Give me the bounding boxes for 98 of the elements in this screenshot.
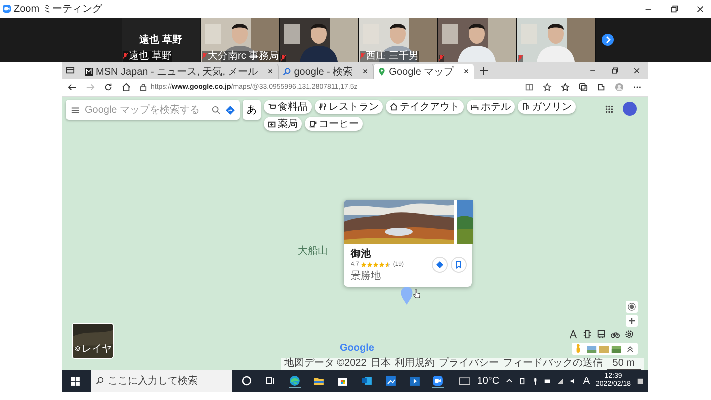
windows-icon[interactable]: [71, 376, 80, 386]
category-icon: [319, 103, 327, 111]
category-chip[interactable]: テイクアウト: [386, 100, 464, 114]
layers-label: レイヤ: [82, 343, 112, 356]
layers-icon: [75, 346, 81, 352]
transit-icon[interactable]: [597, 330, 606, 339]
temperature[interactable]: 10°C: [477, 376, 500, 386]
location-marker-icon: [401, 287, 413, 305]
layers-button[interactable]: レイヤ: [72, 323, 114, 359]
reader-icon[interactable]: [525, 83, 534, 92]
zoom-icon[interactable]: [432, 374, 444, 388]
extensions-icon[interactable]: [597, 83, 606, 92]
place-name: 御池: [351, 248, 372, 261]
category-icon: [471, 103, 479, 111]
category-icon: [268, 120, 276, 128]
category-chip[interactable]: 食料品: [264, 100, 312, 114]
tab-actions-icon[interactable]: [66, 66, 75, 75]
traffic-icon[interactable]: [583, 330, 592, 339]
close-icon[interactable]: [696, 4, 705, 14]
muted-mic-icon: [281, 55, 286, 62]
participant-name: 遠也 草野: [140, 34, 182, 47]
category-chip[interactable]: ホテル: [467, 100, 515, 114]
muted-mic-icon: [439, 55, 444, 62]
chart-app-icon[interactable]: [384, 375, 397, 387]
category-chip[interactable]: ガソリン: [518, 100, 576, 114]
footer-link[interactable]: プライバシー: [438, 358, 499, 370]
zoom-icon: [3, 5, 11, 13]
reload-icon[interactable]: [104, 83, 113, 92]
speaker-icon[interactable]: [570, 378, 578, 384]
cursor-icon: [413, 289, 421, 299]
muted-mic-icon: [518, 55, 523, 62]
category-icon: [268, 103, 276, 111]
favorites-icon[interactable]: [561, 83, 570, 92]
battery-icon[interactable]: [518, 378, 526, 384]
category-icon: [390, 103, 398, 111]
menu-icon[interactable]: [71, 106, 80, 114]
map-data-credit: 地図データ ©2022: [284, 358, 367, 370]
window-title: Zoom ミーティング: [14, 3, 102, 16]
map-label: 大船山: [298, 244, 328, 258]
search-icon: [283, 68, 292, 76]
map-pin-icon: [378, 68, 386, 76]
footer-link[interactable]: 利用規約: [394, 358, 435, 370]
category-icon: [522, 103, 530, 111]
muted-mic-icon: [202, 53, 207, 60]
store-icon[interactable]: [336, 375, 349, 387]
muted-mic-icon: [360, 53, 365, 60]
muted-mic-icon: [123, 53, 128, 60]
lock-icon: [140, 84, 147, 91]
close-icon[interactable]: [633, 66, 641, 74]
signal-icon[interactable]: [557, 378, 564, 384]
directions-icon[interactable]: [432, 257, 448, 273]
restore-icon[interactable]: [670, 4, 679, 14]
taskbar-search-field[interactable]: ここに入力して検索: [90, 370, 232, 392]
category-icon: [309, 120, 317, 128]
category-chip[interactable]: 薬局: [264, 117, 302, 131]
mail-icon[interactable]: [360, 375, 373, 387]
settings-icon[interactable]: [625, 330, 634, 339]
restore-icon[interactable]: [611, 66, 619, 74]
participant-label: 大分南rc 事務局: [208, 51, 280, 62]
close-icon[interactable]: [463, 68, 470, 75]
back-icon[interactable]: [68, 83, 77, 92]
folder-icon[interactable]: [312, 375, 325, 387]
browser-tab[interactable]: Google マップ: [374, 64, 474, 79]
expand-icon[interactable]: [627, 346, 634, 352]
google-logo: Google: [340, 343, 374, 354]
participant-label: 遠也 草野: [129, 51, 172, 62]
collections-icon[interactable]: [579, 83, 588, 92]
input-mode-button[interactable]: あ: [243, 100, 261, 120]
apps-icon[interactable]: [605, 105, 614, 114]
search-icon: [96, 377, 104, 385]
next-page-icon[interactable]: [602, 34, 614, 46]
text-size-icon[interactable]: [569, 330, 578, 339]
zoom-in-icon[interactable]: [626, 315, 638, 327]
msn-icon: [85, 68, 93, 76]
video-app-icon[interactable]: [408, 375, 420, 387]
close-icon[interactable]: [362, 68, 370, 75]
directions-icon[interactable]: [226, 106, 235, 114]
search-icon[interactable]: [212, 106, 221, 114]
participant-label: 西庄 三千男: [366, 51, 419, 62]
my-location-icon[interactable]: [626, 301, 638, 313]
place-category: 景勝地: [351, 270, 381, 283]
category-chip[interactable]: レストラン: [315, 100, 383, 114]
close-icon[interactable]: [267, 68, 274, 75]
edge-icon[interactable]: [288, 374, 301, 388]
star-icon[interactable]: [543, 83, 552, 92]
input-mode-indicator[interactable]: A: [583, 376, 590, 386]
cortana-icon[interactable]: [241, 375, 253, 387]
bicycle-icon[interactable]: [611, 330, 620, 339]
category-chip[interactable]: コーヒー: [305, 117, 363, 131]
bookmark-icon[interactable]: [451, 257, 467, 273]
new-tab-icon[interactable]: [480, 66, 488, 74]
microphone-icon[interactable]: [532, 378, 538, 384]
footer-link[interactable]: 日本: [370, 358, 391, 370]
task-view-icon[interactable]: [264, 375, 277, 387]
caret-icon[interactable]: [506, 378, 513, 384]
home-icon[interactable]: [122, 83, 131, 92]
avatar-icon[interactable]: [623, 102, 637, 116]
footer-link[interactable]: フィードバックの送信: [502, 358, 603, 370]
